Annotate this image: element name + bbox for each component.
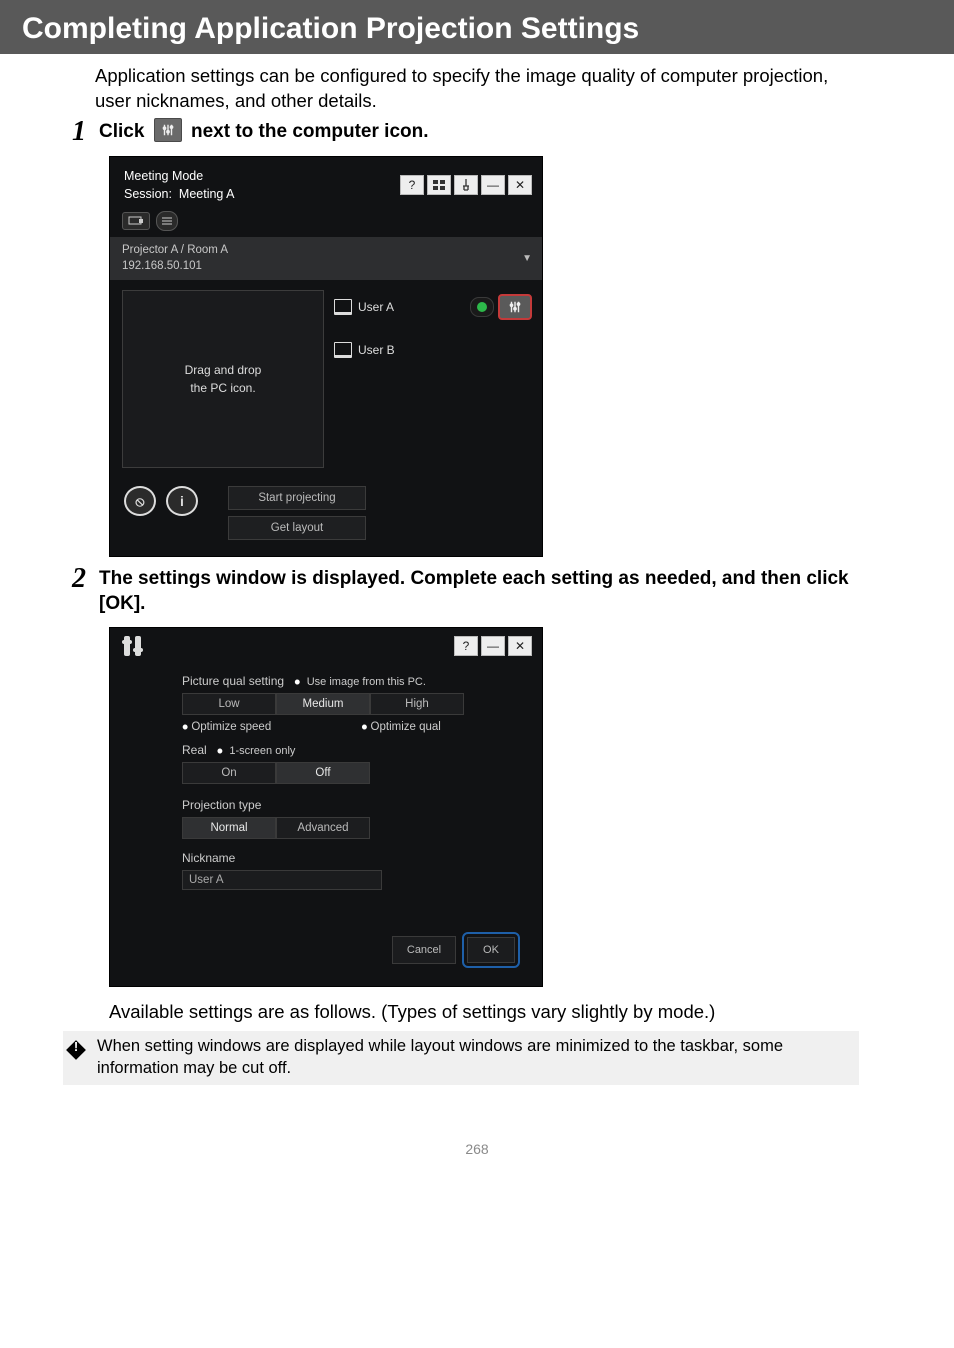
pin-button[interactable] [454, 175, 478, 195]
minimize-button[interactable]: — [481, 175, 505, 195]
user-list: User A [334, 290, 532, 468]
bullet-icon: • [294, 672, 300, 692]
bullet-icon: • [361, 717, 367, 737]
projector-name: Projector A / Room A [122, 243, 228, 259]
ok-highlight: OK [462, 932, 520, 968]
chevron-down-icon[interactable]: ▼ [522, 252, 532, 266]
real-on-button[interactable]: On [182, 762, 276, 784]
settings-titlebar: ? — ✕ [110, 628, 542, 670]
screenshot-settings-window: ? — ✕ Picture qual setting • Use image f… [109, 627, 543, 987]
note-box: ! When setting windows are displayed whi… [63, 1031, 859, 1086]
available-settings-text: Available settings are as follows. (Type… [109, 1001, 859, 1023]
drag-drop-area[interactable]: Drag and drop the PC icon. [122, 290, 324, 468]
picture-qual-label: Picture qual setting [182, 674, 284, 688]
bullet-icon: • [217, 741, 223, 761]
help-button[interactable]: ? [454, 636, 478, 656]
nickname-label: Nickname [182, 851, 235, 865]
picture-qual-hint: Use image from this PC. [307, 676, 426, 688]
page-header: Completing Application Projection Settin… [0, 0, 954, 54]
projection-normal-button[interactable]: Normal [182, 817, 276, 839]
drag-line2: the PC icon. [185, 379, 262, 397]
user-row-b: User B [334, 342, 532, 358]
step-1-number: 1 [65, 118, 93, 146]
svg-text:!: ! [74, 1039, 78, 1054]
page-header-title: Completing Application Projection Settin… [22, 12, 639, 45]
block-circle-icon[interactable]: ⦸ [124, 486, 156, 516]
step-1-post: next to the computer icon. [191, 121, 429, 142]
quality-high-button[interactable]: High [370, 693, 464, 715]
real-off-button[interactable]: Off [276, 762, 370, 784]
projector-ip: 192.168.50.101 [122, 259, 228, 275]
user-a-label: User A [358, 300, 394, 314]
quality-low-button[interactable]: Low [182, 693, 276, 715]
intro-text: Application settings can be configured t… [95, 64, 859, 114]
status-indicator-icon[interactable] [470, 297, 494, 317]
session-label: Session: [124, 187, 172, 201]
get-layout-button[interactable]: Get layout [228, 516, 366, 540]
projection-advanced-button[interactable]: Advanced [276, 817, 370, 839]
user-row-a: User A [334, 294, 532, 320]
sliders-icon [154, 118, 182, 142]
cancel-button[interactable]: Cancel [392, 936, 456, 964]
close-button[interactable]: ✕ [508, 636, 532, 656]
start-projecting-button[interactable]: Start projecting [228, 486, 366, 510]
monitor-icon [334, 342, 352, 358]
page-number: 268 [0, 1141, 954, 1187]
real-hint: 1-screen only [229, 745, 295, 757]
meeting-mode-label: Meeting Mode [124, 167, 235, 185]
projector-info: Projector A / Room A 192.168.50.101 [122, 243, 228, 274]
monitor-icon [334, 299, 352, 315]
footer-controls: ⦸ i Start projecting Get layout [110, 476, 542, 556]
step-1: 1 Click next to the computer icon. [65, 120, 859, 146]
caution-diamond-icon: ! [63, 1037, 89, 1069]
session-name: Meeting A [179, 187, 235, 201]
projector-row[interactable]: Projector A / Room A 192.168.50.101 ▼ [110, 237, 542, 280]
step-2: 2 The settings window is displayed. Comp… [65, 567, 859, 616]
monitor-small-icon[interactable] [122, 212, 150, 230]
nickname-input[interactable]: User A [182, 870, 382, 890]
projection-type-label: Projection type [182, 798, 261, 812]
step-1-pre: Click [99, 121, 150, 142]
sliders-large-icon [124, 636, 141, 656]
quality-medium-button[interactable]: Medium [276, 693, 370, 715]
window-buttons: ? — ✕ [400, 175, 532, 195]
grid-button[interactable] [427, 175, 451, 195]
bullet-icon: • [182, 717, 188, 737]
step-2-number: 2 [65, 565, 93, 593]
settings-sliders-icon[interactable] [498, 294, 532, 320]
step-2-text: The settings window is displayed. Comple… [99, 567, 859, 616]
user-b-label: User B [358, 343, 395, 357]
list-circle-icon[interactable] [156, 211, 178, 231]
screenshot-layout-window: Meeting Mode Session: Meeting A ? — ✕ [109, 156, 543, 557]
minimize-button[interactable]: — [481, 636, 505, 656]
note-text: When setting windows are displayed while… [97, 1035, 849, 1080]
optimize-quality-option[interactable]: Optimize qual [371, 721, 441, 733]
window-titlebar: Meeting Mode Session: Meeting A ? — ✕ [110, 157, 542, 207]
step-1-text: Click next to the computer icon. [99, 120, 859, 145]
real-label: Real [182, 743, 207, 757]
help-button[interactable]: ? [400, 175, 424, 195]
window-title-lines: Meeting Mode Session: Meeting A [124, 167, 235, 203]
close-button[interactable]: ✕ [508, 175, 532, 195]
optimize-speed-option[interactable]: Optimize speed [191, 721, 271, 733]
drag-line1: Drag and drop [185, 361, 262, 379]
info-circle-icon[interactable]: i [166, 486, 198, 516]
ok-button[interactable]: OK [467, 937, 515, 963]
toolbar-icons [110, 207, 542, 237]
